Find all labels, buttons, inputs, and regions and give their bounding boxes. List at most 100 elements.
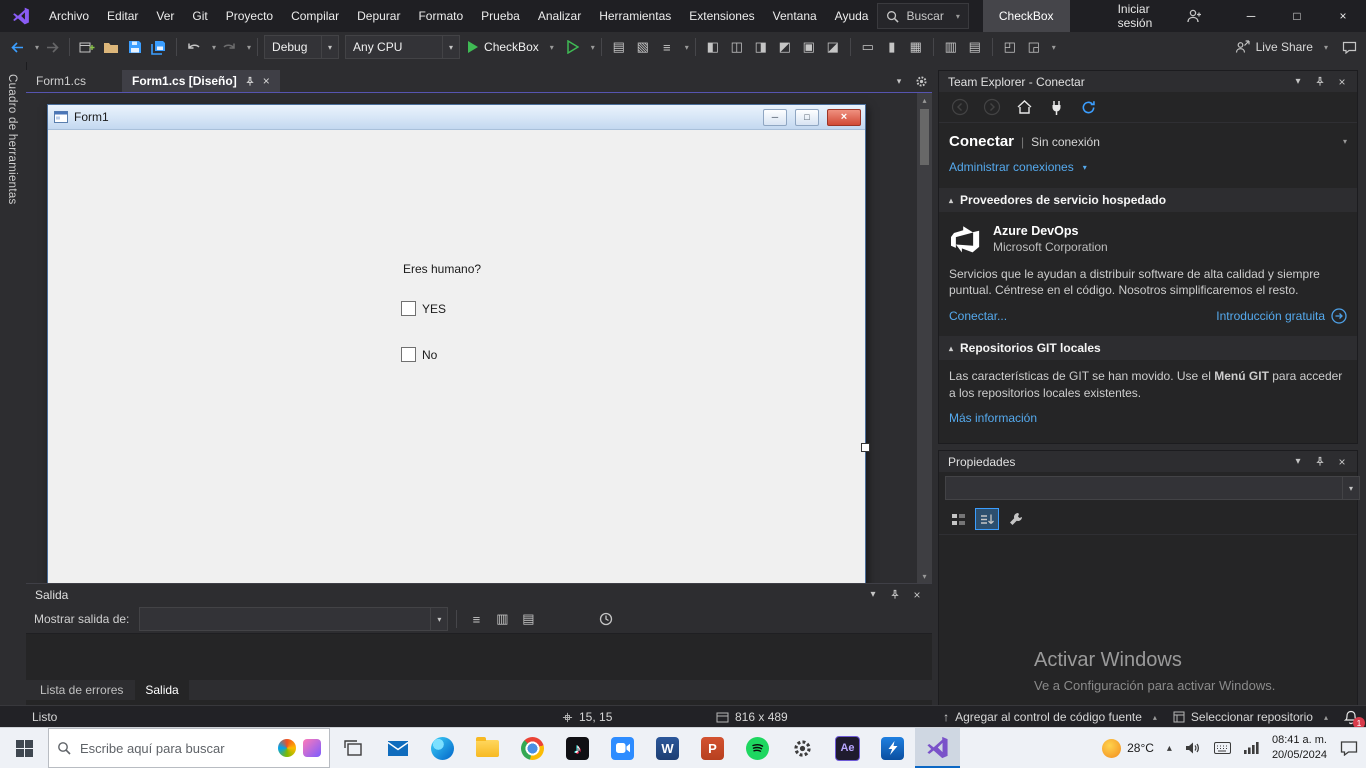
- visual-studio-app-icon[interactable]: [915, 728, 960, 768]
- start-button[interactable]: [0, 728, 48, 768]
- mail-app-icon[interactable]: [375, 728, 420, 768]
- next-message-icon[interactable]: ▤: [517, 607, 539, 631]
- make-same-width-icon[interactable]: ▭: [857, 35, 879, 59]
- clear-all-icon[interactable]: [543, 607, 565, 631]
- tab-list-chevron-icon[interactable]: ▾: [888, 70, 910, 92]
- menu-formato[interactable]: Formato: [409, 0, 472, 32]
- navigate-forward-icon[interactable]: [41, 35, 63, 59]
- bolt-app-icon[interactable]: [870, 728, 915, 768]
- send-to-back-icon[interactable]: ◲: [1023, 35, 1045, 59]
- toolbox-window-icon[interactable]: ≡: [656, 35, 678, 59]
- form-minimize-button[interactable]: ─: [763, 108, 787, 126]
- manage-connections-link[interactable]: Administrar conexiones ▾: [949, 154, 1347, 180]
- task-view-button[interactable]: [330, 728, 375, 768]
- menu-ver[interactable]: Ver: [147, 0, 183, 32]
- file-explorer-icon[interactable]: [465, 728, 510, 768]
- menu-depurar[interactable]: Depurar: [348, 0, 409, 32]
- navigate-back-chevron-icon[interactable]: ▾: [35, 43, 39, 52]
- pin-icon[interactable]: [1311, 453, 1329, 471]
- align-middles-icon[interactable]: ▣: [798, 35, 820, 59]
- window-position-chevron-icon[interactable]: ▾: [1289, 453, 1307, 471]
- notification-center-icon[interactable]: [1340, 740, 1358, 756]
- categorized-icon[interactable]: [947, 509, 969, 529]
- checkbox-yes-box[interactable]: [401, 301, 416, 316]
- new-project-icon[interactable]: [76, 35, 98, 59]
- solution-configuration-combo[interactable]: Debug ▾: [264, 35, 340, 59]
- designed-form-window[interactable]: Form1 ─ □ × Eres humano? YES No: [47, 104, 870, 583]
- tab-form1-designer[interactable]: Form1.cs [Diseño] ×: [122, 70, 280, 92]
- search-highlight-icon-2[interactable]: [303, 739, 321, 757]
- scroll-up-icon[interactable]: ▴: [922, 93, 926, 107]
- spotify-app-icon[interactable]: [735, 728, 780, 768]
- properties-header[interactable]: Propiedades ▾ ×: [939, 451, 1357, 472]
- form-title-bar[interactable]: Form1 ─ □ ×: [48, 105, 865, 130]
- menu-git[interactable]: Git: [183, 0, 216, 32]
- form-close-button[interactable]: ×: [827, 108, 861, 126]
- menu-extensiones[interactable]: Extensiones: [680, 0, 763, 32]
- toolbox-tab[interactable]: Cuadro de herramientas: [0, 62, 27, 706]
- select-repository-button[interactable]: Seleccionar repositorio ▴: [1173, 710, 1328, 724]
- previous-message-icon[interactable]: ▥: [491, 607, 513, 631]
- edge-browser-icon[interactable]: [420, 728, 465, 768]
- zoom-app-icon[interactable]: [600, 728, 645, 768]
- solution-platform-combo[interactable]: Any CPU ▾: [345, 35, 461, 59]
- property-pages-icon[interactable]: [1005, 509, 1027, 529]
- output-content[interactable]: [26, 634, 932, 680]
- pages-chevron-icon[interactable]: ▾: [1343, 137, 1347, 146]
- team-explorer-header[interactable]: Team Explorer - Conectar ▾ ×: [939, 71, 1357, 92]
- make-same-height-icon[interactable]: ▮: [881, 35, 903, 59]
- redo-icon[interactable]: [218, 35, 240, 59]
- settings-app-icon[interactable]: [780, 728, 825, 768]
- window-minimize-button[interactable]: ─: [1228, 0, 1274, 32]
- taskbar-search-box[interactable]: [48, 728, 330, 768]
- horizontal-spacing-icon[interactable]: ▥: [940, 35, 962, 59]
- undo-icon[interactable]: [183, 35, 205, 59]
- checkbox-no[interactable]: No: [401, 347, 437, 362]
- word-app-icon[interactable]: W: [645, 728, 690, 768]
- align-bottoms-icon[interactable]: ◪: [822, 35, 844, 59]
- scroll-down-icon[interactable]: ▾: [922, 569, 926, 583]
- form-resize-handle[interactable]: [861, 443, 870, 452]
- menu-compilar[interactable]: Compilar: [282, 0, 348, 32]
- free-intro-link[interactable]: Introducción gratuita: [1216, 309, 1325, 323]
- menu-analizar[interactable]: Analizar: [529, 0, 590, 32]
- after-effects-app-icon[interactable]: Ae: [825, 728, 870, 768]
- checkbox-no-box[interactable]: [401, 347, 416, 362]
- volume-icon[interactable]: [1185, 741, 1201, 755]
- tiktok-app-icon[interactable]: ♪: [555, 728, 600, 768]
- make-same-size-icon[interactable]: ▦: [905, 35, 927, 59]
- tab-form1-cs[interactable]: Form1.cs: [26, 70, 96, 92]
- refresh-icon[interactable]: [1077, 95, 1099, 119]
- solution-explorer-icon[interactable]: ▤: [608, 35, 630, 59]
- menu-editar[interactable]: Editar: [98, 0, 147, 32]
- menu-ayuda[interactable]: Ayuda: [826, 0, 878, 32]
- start-debugging-button[interactable]: CheckBox ▾: [462, 35, 560, 59]
- notifications-bell-icon[interactable]: 1: [1344, 710, 1365, 729]
- history-icon[interactable]: [595, 607, 617, 631]
- close-tab-icon[interactable]: ×: [263, 74, 270, 88]
- menu-proyecto[interactable]: Proyecto: [217, 0, 282, 32]
- tab-output[interactable]: Salida: [135, 680, 189, 700]
- save-icon[interactable]: [124, 35, 146, 59]
- keyboard-icon[interactable]: [1213, 742, 1231, 754]
- section-local-git[interactable]: ▴ Repositorios GIT locales: [939, 336, 1357, 361]
- navigate-back-icon[interactable]: [949, 95, 971, 119]
- feedback-icon[interactable]: [1338, 35, 1360, 59]
- window-position-chevron-icon[interactable]: ▾: [1289, 73, 1307, 91]
- close-icon[interactable]: ×: [908, 586, 926, 604]
- align-lefts-icon[interactable]: ◧: [702, 35, 724, 59]
- close-icon[interactable]: ×: [1333, 453, 1351, 471]
- tab-error-list[interactable]: Lista de errores: [30, 680, 133, 700]
- arrow-circle-icon[interactable]: [1331, 308, 1347, 325]
- align-rights-icon[interactable]: ◨: [750, 35, 772, 59]
- section-hosted-providers[interactable]: ▴ Proveedores de servicio hospedado: [939, 188, 1357, 212]
- align-tops-icon[interactable]: ◩: [774, 35, 796, 59]
- output-source-combo[interactable]: ▾: [139, 607, 449, 631]
- pin-icon[interactable]: [1311, 73, 1329, 91]
- menu-prueba[interactable]: Prueba: [472, 0, 529, 32]
- quick-search-box[interactable]: Buscar ▾: [877, 3, 969, 29]
- navigate-back-icon[interactable]: [6, 35, 28, 59]
- pin-icon[interactable]: [245, 76, 255, 87]
- home-icon[interactable]: [1013, 95, 1035, 119]
- taskbar-search-input[interactable]: [78, 739, 271, 757]
